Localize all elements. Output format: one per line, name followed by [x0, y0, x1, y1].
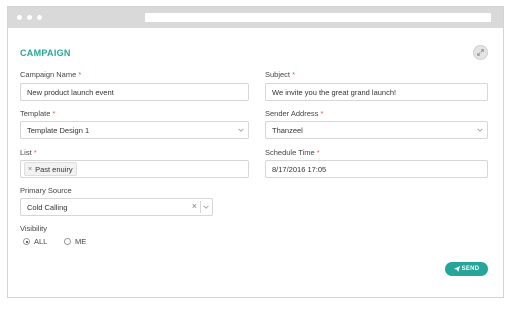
required-mark: * — [320, 109, 324, 118]
list-label-text: List — [20, 148, 32, 157]
address-bar[interactable] — [145, 13, 491, 22]
primary-source-select[interactable]: Cold Calling × — [20, 198, 213, 216]
required-mark: * — [78, 70, 82, 79]
window-dot-icon — [37, 15, 42, 20]
window-dot-icon — [27, 15, 32, 20]
tag-remove-icon[interactable]: × — [28, 166, 32, 173]
campaign-name-label: Campaign Name * — [20, 70, 81, 79]
primary-source-label: Primary Source — [20, 186, 72, 195]
visibility-label: Visibility — [20, 224, 47, 233]
list-multiselect[interactable]: × Past enuiry — [20, 160, 249, 178]
radio-checked-icon[interactable] — [23, 238, 30, 245]
chevron-down-icon — [238, 128, 244, 132]
sender-address-label: Sender Address * — [265, 109, 323, 118]
required-mark: * — [33, 148, 37, 157]
campaign-name-value: New product launch event — [27, 87, 114, 97]
campaign-name-input[interactable]: New product launch event — [20, 83, 249, 101]
subject-input[interactable]: We invite you the great grand launch! — [265, 83, 488, 101]
section-title: CAMPAIGN — [20, 48, 71, 58]
template-select[interactable]: Template Design 1 — [20, 121, 249, 139]
chevron-down-icon[interactable] — [203, 204, 209, 210]
primary-source-label-text: Primary Source — [20, 186, 72, 195]
send-button[interactable]: SEND — [445, 262, 488, 276]
chevron-down-icon — [477, 128, 483, 132]
schedule-time-label-text: Schedule Time — [265, 148, 315, 157]
subject-label: Subject * — [265, 70, 295, 79]
schedule-time-input[interactable]: 8/17/2016 17:05 — [265, 160, 488, 178]
list-label: List * — [20, 148, 37, 157]
browser-window: CAMPAIGN Campaign Name * New product lau… — [7, 6, 504, 298]
window-dot-icon — [17, 15, 22, 20]
subject-value: We invite you the great grand launch! — [272, 87, 397, 97]
send-button-label: SEND — [461, 266, 480, 272]
primary-source-value: Cold Calling — [27, 202, 68, 212]
expand-button[interactable] — [473, 45, 488, 60]
visibility-option-all[interactable]: ALL — [23, 237, 47, 246]
subject-label-text: Subject — [265, 70, 291, 79]
visibility-label-text: Visibility — [20, 224, 47, 233]
sender-address-select[interactable]: Thanzeel — [265, 121, 488, 139]
schedule-time-label: Schedule Time * — [265, 148, 320, 157]
schedule-time-value: 8/17/2016 17:05 — [272, 164, 327, 174]
required-mark: * — [316, 148, 320, 157]
template-label: Template * — [20, 109, 55, 118]
campaign-name-label-text: Campaign Name — [20, 70, 77, 79]
visibility-option-label: ALL — [34, 237, 48, 246]
expand-icon — [477, 49, 484, 56]
template-value: Template Design 1 — [27, 125, 90, 135]
campaign-form: CAMPAIGN Campaign Name * New product lau… — [8, 28, 503, 297]
visibility-option-me[interactable]: ME — [64, 237, 86, 246]
required-mark: * — [52, 109, 56, 118]
list-tag: × Past enuiry — [24, 162, 77, 176]
radio-unchecked-icon[interactable] — [64, 238, 71, 245]
browser-titlebar — [8, 7, 503, 28]
list-tag-label: Past enuiry — [35, 164, 73, 174]
required-mark: * — [292, 70, 296, 79]
template-label-text: Template — [20, 109, 51, 118]
visibility-option-label: ME — [75, 237, 87, 246]
sender-address-label-text: Sender Address — [265, 109, 319, 118]
divider — [200, 201, 201, 213]
clear-icon[interactable]: × — [192, 201, 197, 211]
sender-address-value: Thanzeel — [272, 125, 303, 135]
paper-plane-icon — [453, 266, 460, 272]
